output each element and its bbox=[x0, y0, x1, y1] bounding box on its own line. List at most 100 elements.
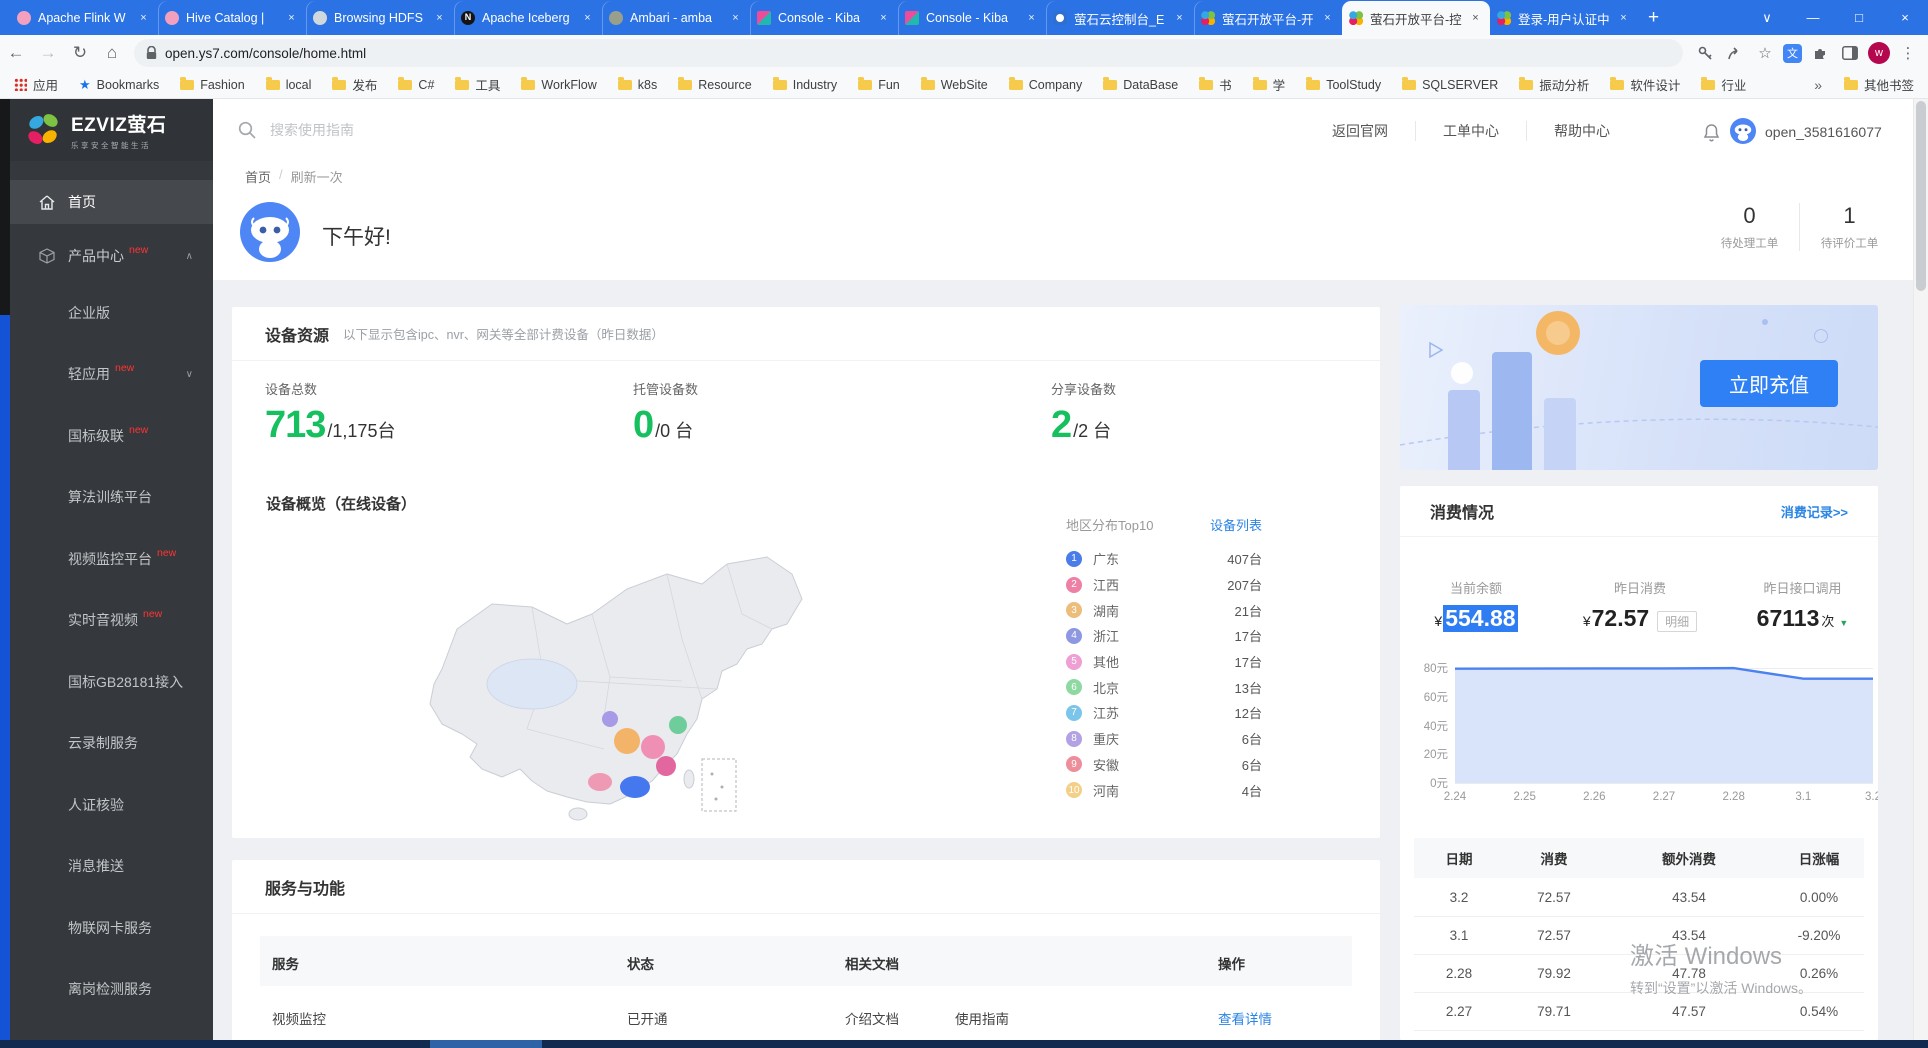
bookmark-item[interactable]: 书 bbox=[1199, 75, 1232, 94]
sidebar-item-企业版[interactable]: 企业版 bbox=[10, 282, 213, 344]
password-key-icon[interactable] bbox=[1693, 41, 1717, 65]
new-tab-button[interactable]: + bbox=[1648, 7, 1659, 29]
to-review-tickets[interactable]: 1 待评价工单 bbox=[1799, 203, 1899, 251]
browser-tab[interactable]: 萤石云控制台_E× bbox=[1046, 1, 1194, 35]
sidebar-item-离岗检测服务[interactable]: 离岗检测服务 bbox=[10, 959, 213, 1021]
bookmark-item[interactable]: 行业 bbox=[1701, 75, 1746, 94]
bookmark-item[interactable]: 发布 bbox=[332, 75, 377, 94]
bookmark-item[interactable]: ★Bookmarks bbox=[79, 77, 159, 93]
sidebar-item-product-center[interactable]: 产品中心 new ∧ bbox=[10, 234, 213, 278]
bookmark-item[interactable]: ToolStudy bbox=[1306, 78, 1381, 92]
sidebar-item-国标GB28181接入[interactable]: 国标GB28181接入 bbox=[10, 651, 213, 713]
chevron-up-icon[interactable]: ∧ bbox=[186, 251, 193, 262]
bookmark-item[interactable]: Fun bbox=[858, 78, 900, 92]
notification-bell-icon[interactable] bbox=[1703, 123, 1720, 147]
close-icon[interactable]: × bbox=[1882, 10, 1928, 25]
sidebar-item-实时音视频[interactable]: 实时音视频new bbox=[10, 590, 213, 652]
browser-tab[interactable]: Console - Kiba× bbox=[750, 1, 898, 35]
forward-icon[interactable]: → bbox=[32, 43, 64, 63]
browser-tab[interactable]: Ambari - amba× bbox=[602, 1, 750, 35]
user-avatar[interactable] bbox=[1730, 118, 1756, 144]
tab-close-icon[interactable]: × bbox=[1024, 12, 1039, 24]
doc-link-guide[interactable]: 使用指南 bbox=[955, 1008, 1009, 1028]
bookmark-item[interactable]: DataBase bbox=[1103, 78, 1178, 92]
bookmark-item[interactable]: k8s bbox=[618, 78, 657, 92]
sidebar-item-轻应用[interactable]: 轻应用new∨ bbox=[10, 344, 213, 406]
sidebar-item-视频监控平台[interactable]: 视频监控平台new bbox=[10, 528, 213, 590]
doc-link-intro[interactable]: 介绍文档 bbox=[845, 1008, 899, 1028]
side-panel-icon[interactable] bbox=[1838, 41, 1862, 65]
top-nav-link[interactable]: 工单中心 bbox=[1415, 121, 1526, 141]
share-icon[interactable] bbox=[1723, 41, 1747, 65]
minimize-icon[interactable]: — bbox=[1790, 10, 1836, 25]
bookmark-item[interactable]: 应用 bbox=[14, 75, 58, 94]
view-details-link[interactable]: 查看详情 bbox=[1218, 1008, 1272, 1028]
browser-tab[interactable]: Browsing HDFS× bbox=[306, 1, 454, 35]
bookmark-item[interactable]: Industry bbox=[773, 78, 837, 92]
chevron-down-icon[interactable]: ∨ bbox=[186, 369, 193, 380]
bookmark-item[interactable]: 学 bbox=[1253, 75, 1286, 94]
bookmark-item[interactable]: C# bbox=[398, 78, 434, 92]
translate-extension-icon[interactable]: 文 bbox=[1783, 44, 1802, 63]
bookmark-item[interactable]: local bbox=[266, 78, 312, 92]
bookmark-item[interactable]: 振动分析 bbox=[1519, 75, 1589, 94]
browser-tab[interactable]: Console - Kiba× bbox=[898, 1, 1046, 35]
bookmark-item[interactable]: WebSite bbox=[921, 78, 988, 92]
username[interactable]: open_3581616077 bbox=[1765, 124, 1882, 140]
guide-search[interactable] bbox=[238, 121, 532, 139]
tab-close-icon[interactable]: × bbox=[580, 12, 595, 24]
tab-close-icon[interactable]: × bbox=[728, 12, 743, 24]
bookmark-item[interactable]: Company bbox=[1009, 78, 1083, 92]
browser-tab[interactable]: Apache Iceberg× bbox=[454, 1, 602, 35]
bookmark-item[interactable]: WorkFlow bbox=[521, 78, 596, 92]
sidebar-item-物联网卡服务[interactable]: 物联网卡服务 bbox=[10, 897, 213, 959]
browser-tab[interactable]: 萤石开放平台-开× bbox=[1194, 1, 1342, 35]
search-input[interactable] bbox=[268, 121, 532, 139]
balance-value[interactable]: 554.88 bbox=[1443, 605, 1517, 632]
address-bar[interactable]: open.ys7.com/console/home.html bbox=[134, 39, 1683, 67]
bookmark-item[interactable]: 工具 bbox=[455, 75, 500, 94]
bookmarks-overflow-icon[interactable]: » bbox=[1814, 77, 1822, 93]
browser-tab[interactable]: 登录-用户认证中× bbox=[1490, 1, 1638, 35]
sidebar-item-人证核验[interactable]: 人证核验 bbox=[10, 774, 213, 836]
page-scrollbar[interactable] bbox=[1913, 99, 1928, 1040]
breadcrumb-root[interactable]: 首页 bbox=[245, 167, 271, 186]
tab-close-icon[interactable]: × bbox=[876, 12, 891, 24]
tab-close-icon[interactable]: × bbox=[1468, 12, 1483, 24]
top-nav-link[interactable]: 返回官网 bbox=[1305, 121, 1415, 141]
device-list-link[interactable]: 设备列表 bbox=[1210, 515, 1262, 534]
profile-avatar[interactable]: w bbox=[1868, 42, 1890, 64]
bookmark-item[interactable]: 软件设计 bbox=[1610, 75, 1680, 94]
sidebar-logo[interactable]: EZVIZ萤石 乐享安全智能生活 bbox=[10, 99, 213, 161]
chevron-down-icon[interactable]: ▼ bbox=[1839, 618, 1848, 628]
bookmark-item[interactable]: Resource bbox=[678, 78, 752, 92]
reload-icon[interactable]: ↻ bbox=[64, 43, 96, 63]
bookmark-star-icon[interactable]: ☆ bbox=[1753, 41, 1777, 65]
bookmark-item[interactable]: Fashion bbox=[180, 78, 244, 92]
tab-close-icon[interactable]: × bbox=[284, 12, 299, 24]
tab-close-icon[interactable]: × bbox=[1172, 12, 1187, 24]
sidebar-item-国标级联[interactable]: 国标级联new bbox=[10, 405, 213, 467]
bookmark-item[interactable]: SQLSERVER bbox=[1402, 78, 1498, 92]
sidebar-item-算法训练平台[interactable]: 算法训练平台 bbox=[10, 467, 213, 529]
back-icon[interactable]: ← bbox=[0, 43, 32, 63]
restore-icon[interactable]: □ bbox=[1836, 10, 1882, 25]
scrollbar-thumb[interactable] bbox=[1916, 101, 1926, 291]
tab-close-icon[interactable]: × bbox=[136, 12, 151, 24]
top-nav-link[interactable]: 帮助中心 bbox=[1526, 121, 1637, 141]
extensions-puzzle-icon[interactable] bbox=[1808, 41, 1832, 65]
browser-tab[interactable]: 萤石开放平台-控× bbox=[1342, 1, 1490, 35]
consumption-records-link[interactable]: 消费记录>> bbox=[1781, 502, 1848, 521]
sidebar-item-home[interactable]: 首页 bbox=[10, 180, 213, 224]
sidebar-item-消息推送[interactable]: 消息推送 bbox=[10, 836, 213, 898]
tab-search-icon[interactable]: ∨ bbox=[1744, 10, 1790, 26]
sidebar-item-云录制服务[interactable]: 云录制服务 bbox=[10, 713, 213, 775]
other-bookmarks[interactable]: 其他书签 bbox=[1844, 75, 1914, 94]
kebab-menu-icon[interactable]: ⋮ bbox=[1896, 41, 1920, 65]
tab-close-icon[interactable]: × bbox=[1320, 12, 1335, 24]
home-icon[interactable]: ⌂ bbox=[96, 43, 128, 63]
browser-tab[interactable]: Apache Flink W× bbox=[10, 1, 158, 35]
browser-tab[interactable]: Hive Catalog |× bbox=[158, 1, 306, 35]
recharge-button[interactable]: 立即充值 bbox=[1700, 360, 1838, 407]
tab-close-icon[interactable]: × bbox=[1616, 12, 1631, 24]
